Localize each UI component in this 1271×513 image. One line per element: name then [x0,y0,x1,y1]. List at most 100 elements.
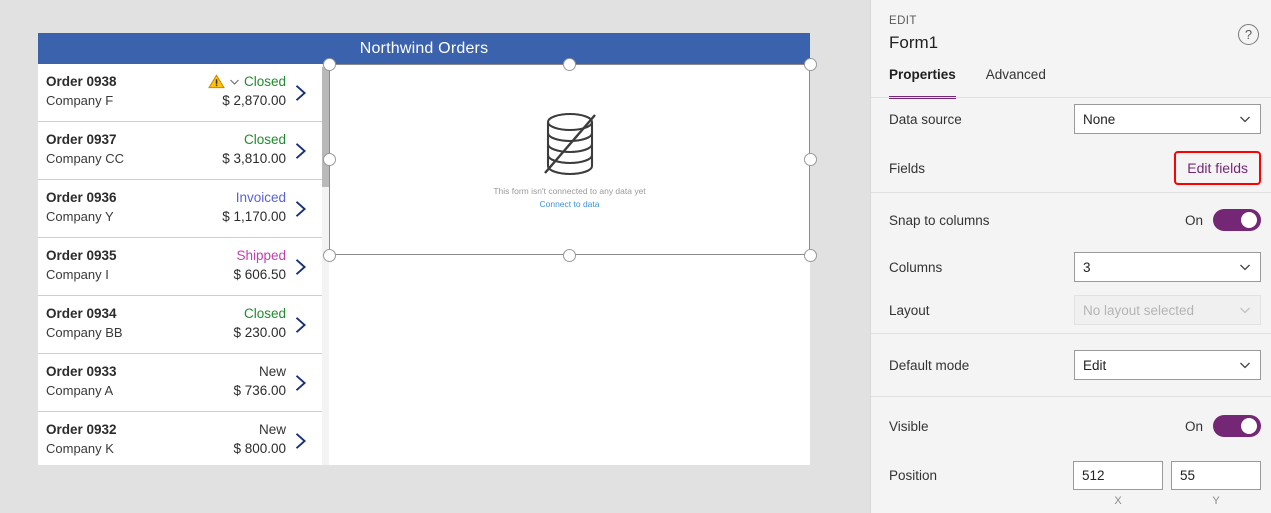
order-amount: $ 2,870.00 [222,93,286,108]
panel-tabs: Properties Advanced [871,64,1271,99]
position-x-caption: X [1114,495,1122,507]
app-root: Northwind Orders Order 0938 Company F Clos… [0,0,1271,513]
chevron-right-icon[interactable] [290,140,312,162]
resize-handle-middle-left[interactable] [322,153,336,166]
snap-to-columns-toggle[interactable] [1213,209,1261,231]
order-status: New [258,364,286,379]
order-company: Company F [46,93,114,108]
chevron-right-icon[interactable] [290,82,312,104]
default-mode-value: Edit [1083,357,1107,373]
form-empty-message: This form isn't connected to any data ye… [493,186,646,196]
panel-header: EDIT Form1 ? [871,0,1271,56]
app-header-bar: Northwind Orders [38,33,810,64]
order-title: Order 0933 [46,364,117,379]
order-title: Order 0937 [46,132,117,147]
columns-value: 3 [1083,259,1091,275]
position-y-input[interactable]: 55 [1171,460,1261,490]
layout-label: Layout [889,302,930,318]
orders-gallery[interactable]: Order 0938 Company F Closed $ 2,870.00 Order… [38,64,322,465]
gallery-scrollbar-thumb[interactable] [322,67,329,187]
order-title: Order 0934 [46,306,117,321]
order-company: Company A [46,383,114,398]
tab-properties[interactable]: Properties [889,64,956,99]
gallery-item[interactable]: Order 0934 Company BB Closed $ 230.00 [38,296,322,354]
prop-group-data: Data source None Fields Edit fields [871,94,1271,193]
chevron-down-icon [228,75,241,88]
gallery-item[interactable]: Order 0937 Company CC Closed $ 3,810.00 [38,122,322,180]
app-header-title: Northwind Orders [359,39,489,57]
resize-handle-top-left[interactable] [322,57,336,71]
snap-to-columns-state: On [1184,212,1203,228]
panel-title: Form1 [889,33,939,52]
tabs-divider [871,97,1271,98]
order-status: Invoiced [235,190,286,205]
columns-select[interactable]: 3 [1074,252,1261,282]
resize-handle-top-center[interactable] [563,57,576,71]
row-layout: Layout No layout selected [871,287,1271,333]
resize-handle-bottom-left[interactable] [322,248,336,262]
properties-panel: EDIT Form1 ? Properties Advanced Data so… [870,0,1271,513]
default-mode-select[interactable]: Edit [1074,350,1261,380]
order-company: Company Y [46,209,114,224]
order-amount: $ 606.50 [233,267,286,282]
tab-advanced[interactable]: Advanced [986,64,1046,94]
chevron-down-icon [1238,260,1252,274]
chevron-right-icon[interactable] [290,430,312,452]
data-source-label: Data source [889,111,962,127]
toggle-knob [1241,212,1257,228]
order-status: Closed [243,74,286,89]
chevron-right-icon[interactable] [290,314,312,336]
order-status: Shipped [236,248,286,263]
order-company: Company BB [46,325,123,340]
row-columns: Columns 3 [871,247,1271,287]
toggle-knob [1241,418,1257,434]
gallery-item[interactable]: Order 0932 Company K New $ 800.00 [38,412,322,465]
position-label: Position [889,467,938,483]
resize-handle-bottom-right[interactable] [803,248,817,262]
gallery-item[interactable]: Order 0935 Company I Shipped $ 606.50 [38,238,322,296]
visible-toggle[interactable] [1213,415,1261,437]
visible-state: On [1184,418,1203,434]
row-fields: Fields Edit fields [871,144,1271,192]
chevron-down-icon [1238,358,1252,372]
order-amount: $ 3,810.00 [222,151,286,166]
position-y-caption: Y [1212,495,1220,507]
edit-fields-button[interactable]: Edit fields [1174,151,1261,185]
order-company: Company I [46,267,109,282]
gallery-item[interactable]: Order 0938 Company F Closed $ 2,870.00 [38,64,322,122]
row-snap-to-columns: Snap to columns On [871,193,1271,247]
data-source-value: None [1083,111,1116,127]
resize-handle-bottom-center[interactable] [563,248,576,262]
prop-group-mode: Default mode Edit [871,334,1271,397]
gallery-item[interactable]: Order 0936 Company Y Invoiced $ 1,170.00 [38,180,322,238]
form-control[interactable]: This form isn't connected to any data ye… [329,64,810,255]
chevron-down-icon [1238,112,1252,126]
visible-label: Visible [889,418,929,434]
prop-group-appearance: Visible On Position 512 55 X Y [871,397,1271,507]
position-captions: X Y [871,495,1271,507]
resize-handle-middle-right[interactable] [803,153,817,166]
position-x-input[interactable]: 512 [1073,460,1163,490]
chevron-right-icon[interactable] [290,256,312,278]
gallery-item[interactable]: Order 0933 Company A New $ 736.00 [38,354,322,412]
help-icon[interactable]: ? [1238,24,1259,45]
order-title: Order 0932 [46,422,117,437]
prop-group-layout: Snap to columns On Columns 3 Layout No l… [871,193,1271,334]
layout-value: No layout selected [1083,302,1195,318]
default-mode-label: Default mode [889,357,970,373]
connect-to-data-link[interactable]: Connect to data [539,198,599,210]
fields-label: Fields [889,160,926,176]
data-source-select[interactable]: None [1074,104,1261,134]
order-title: Order 0938 [46,74,117,89]
resize-handle-top-right[interactable] [803,57,817,71]
chevron-down-icon [1238,303,1252,317]
database-disconnected-icon [537,109,603,179]
panel-eyebrow-label: EDIT [889,15,917,27]
chevron-right-icon[interactable] [290,198,312,220]
chevron-right-icon[interactable] [290,372,312,394]
order-company: Company CC [46,151,125,166]
form-empty-state: This form isn't connected to any data ye… [493,109,646,210]
order-status: Closed [243,306,286,321]
row-visible: Visible On [871,397,1271,455]
row-default-mode: Default mode Edit [871,334,1271,396]
